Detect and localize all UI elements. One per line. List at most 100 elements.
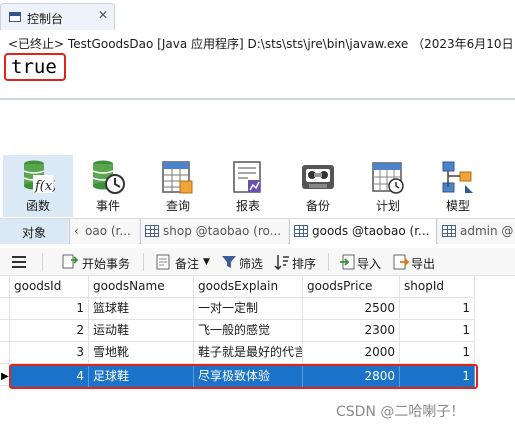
- tab-objects[interactable]: 对象: [0, 219, 68, 244]
- query-icon: [162, 161, 193, 194]
- sort-button[interactable]: 排序: [272, 248, 320, 275]
- cell-goodsid[interactable]: 2: [10, 320, 89, 342]
- backup-icon: [302, 165, 334, 189]
- import-button[interactable]: 导入: [337, 248, 385, 275]
- cell-goodsexplain[interactable]: 飞一般的感觉: [194, 320, 303, 342]
- toolbar-label: 事件: [95, 199, 120, 213]
- cell-goodsexplain[interactable]: 尽享极致体验: [194, 366, 303, 388]
- menu-icon[interactable]: [8, 248, 30, 275]
- report-icon: [233, 161, 261, 193]
- cell-goodsname[interactable]: 运动鞋: [89, 320, 194, 342]
- model-icon: [442, 161, 473, 193]
- console-tab[interactable]: 控制台 ✕: [0, 3, 115, 30]
- grid-toolbar: 开始事务 备注 ▼ 筛选 排序 导入 导出: [0, 248, 515, 276]
- chevron-left-icon[interactable]: ‹: [74, 224, 79, 238]
- tab-label: goods @taobao (r...: [312, 224, 430, 238]
- column-header-goodsname[interactable]: goodsName: [89, 276, 194, 298]
- cell-shopid[interactable]: 1: [400, 366, 475, 388]
- cell-shopid[interactable]: 1: [400, 298, 475, 320]
- toolbar-event-button[interactable]: 事件: [78, 155, 138, 217]
- tab-goods[interactable]: goods @taobao (r...: [289, 219, 437, 244]
- column-header-goodsid[interactable]: goodsId: [10, 276, 89, 298]
- table-grid-icon: [145, 225, 159, 237]
- row-pointer-icon: ▶: [1, 371, 9, 382]
- cell-goodsprice[interactable]: 2300: [303, 320, 400, 342]
- console-tab-label: 控制台: [27, 12, 64, 26]
- cell-goodsexplain[interactable]: 一对一定制: [194, 298, 303, 320]
- filter-icon: [222, 256, 236, 268]
- tab-shop[interactable]: shop @taobao (ro...: [140, 219, 288, 244]
- cell-shopid[interactable]: 1: [400, 320, 475, 342]
- note-button[interactable]: 备注 ▼: [153, 248, 213, 275]
- cell-goodsid[interactable]: 4: [10, 366, 89, 388]
- schedule-icon: [372, 162, 404, 194]
- cell-goodsid[interactable]: 1: [10, 298, 89, 320]
- import-icon: [340, 254, 355, 270]
- row-header[interactable]: [0, 298, 10, 320]
- tab-table[interactable]: ‹ oao (r...: [69, 219, 139, 244]
- column-header-goodsprice[interactable]: goodsPrice: [303, 276, 400, 298]
- cell-goodsexplain[interactable]: 鞋子就是最好的代言: [194, 342, 303, 364]
- console-output-text: true: [11, 56, 57, 78]
- sort-icon: [274, 255, 289, 270]
- tab-label: admin @: [460, 224, 514, 238]
- tab-label: oao (r...: [85, 224, 131, 238]
- cell-goodsprice[interactable]: 2500: [303, 298, 400, 320]
- column-header-shopid[interactable]: shopId: [400, 276, 475, 298]
- filter-label: 筛选: [239, 257, 264, 271]
- console-status-line: <已终止> TestGoodsDao [Java 应用程序] D:\sts\st…: [8, 37, 515, 51]
- event-icon: [92, 160, 125, 194]
- cell-goodsname[interactable]: 足球鞋: [89, 366, 194, 388]
- console-tab-bar: 控制台 ✕: [0, 0, 515, 30]
- table-grid-icon: [294, 225, 308, 237]
- toolbar-backup-button[interactable]: 备份: [288, 155, 348, 217]
- note-label: 备注: [175, 257, 200, 271]
- row-header[interactable]: [0, 320, 10, 342]
- column-header-goodsexplain[interactable]: goodsExplain: [194, 276, 303, 298]
- object-tab-strip: 对象 ‹ oao (r... shop @taobao (ro... goods…: [0, 218, 515, 244]
- import-label: 导入: [357, 257, 382, 271]
- toolbar-label: 计划: [375, 199, 400, 213]
- row-header: [0, 276, 10, 298]
- cell-goodsprice[interactable]: 2000: [303, 342, 400, 364]
- data-grid: goodsId goodsName goodsExplain goodsPric…: [0, 276, 478, 389]
- close-icon[interactable]: ✕: [98, 8, 108, 22]
- toolbar-label: 报表: [235, 199, 260, 213]
- tab-label: shop @taobao (ro...: [163, 224, 282, 238]
- watermark: CSDN @二哈喇子！: [336, 404, 465, 420]
- cell-goodsname[interactable]: 雪地靴: [89, 342, 194, 364]
- sort-label: 排序: [292, 257, 317, 271]
- tab-label: 对象: [22, 226, 47, 240]
- export-button[interactable]: 导出: [391, 248, 439, 275]
- export-label: 导出: [411, 257, 436, 271]
- console-panel: 控制台 ✕ <已终止> TestGoodsDao [Java 应用程序] D:\…: [0, 0, 515, 100]
- toolbar-label: 备份: [305, 199, 330, 213]
- chevron-down-icon[interactable]: ▼: [203, 257, 210, 267]
- toolbar-label: 函数: [25, 199, 50, 213]
- table-grid-icon: [442, 225, 456, 237]
- console-output-highlight: true: [4, 53, 66, 81]
- cell-goodsid[interactable]: 3: [10, 342, 89, 364]
- main-toolbar: f(x) 函数 事件 查询 报表: [0, 155, 515, 217]
- export-icon: [393, 254, 409, 270]
- cell-goodsprice[interactable]: 2800: [303, 366, 400, 388]
- begin-transaction-button[interactable]: 开始事务: [60, 248, 136, 275]
- function-icon: f(x): [23, 160, 55, 194]
- toolbar-label: 模型: [445, 199, 470, 213]
- toolbar-model-button[interactable]: 模型: [428, 155, 488, 217]
- transaction-icon: [62, 254, 78, 269]
- row-header[interactable]: [0, 342, 10, 364]
- note-icon: [156, 254, 170, 270]
- console-icon: [9, 12, 21, 22]
- cell-shopid[interactable]: 1: [400, 342, 475, 364]
- toolbar-label: 查询: [165, 199, 190, 213]
- toolbar-schedule-button[interactable]: 计划: [358, 155, 418, 217]
- toolbar-function-button[interactable]: f(x) 函数: [3, 155, 73, 217]
- toolbar-query-button[interactable]: 查询: [148, 155, 208, 217]
- tab-admin[interactable]: admin @: [438, 219, 515, 244]
- svg-text:f(x): f(x): [34, 179, 55, 194]
- begin-transaction-label: 开始事务: [82, 257, 131, 271]
- cell-goodsname[interactable]: 篮球鞋: [89, 298, 194, 320]
- filter-button[interactable]: 筛选: [219, 248, 267, 275]
- toolbar-report-button[interactable]: 报表: [218, 155, 278, 217]
